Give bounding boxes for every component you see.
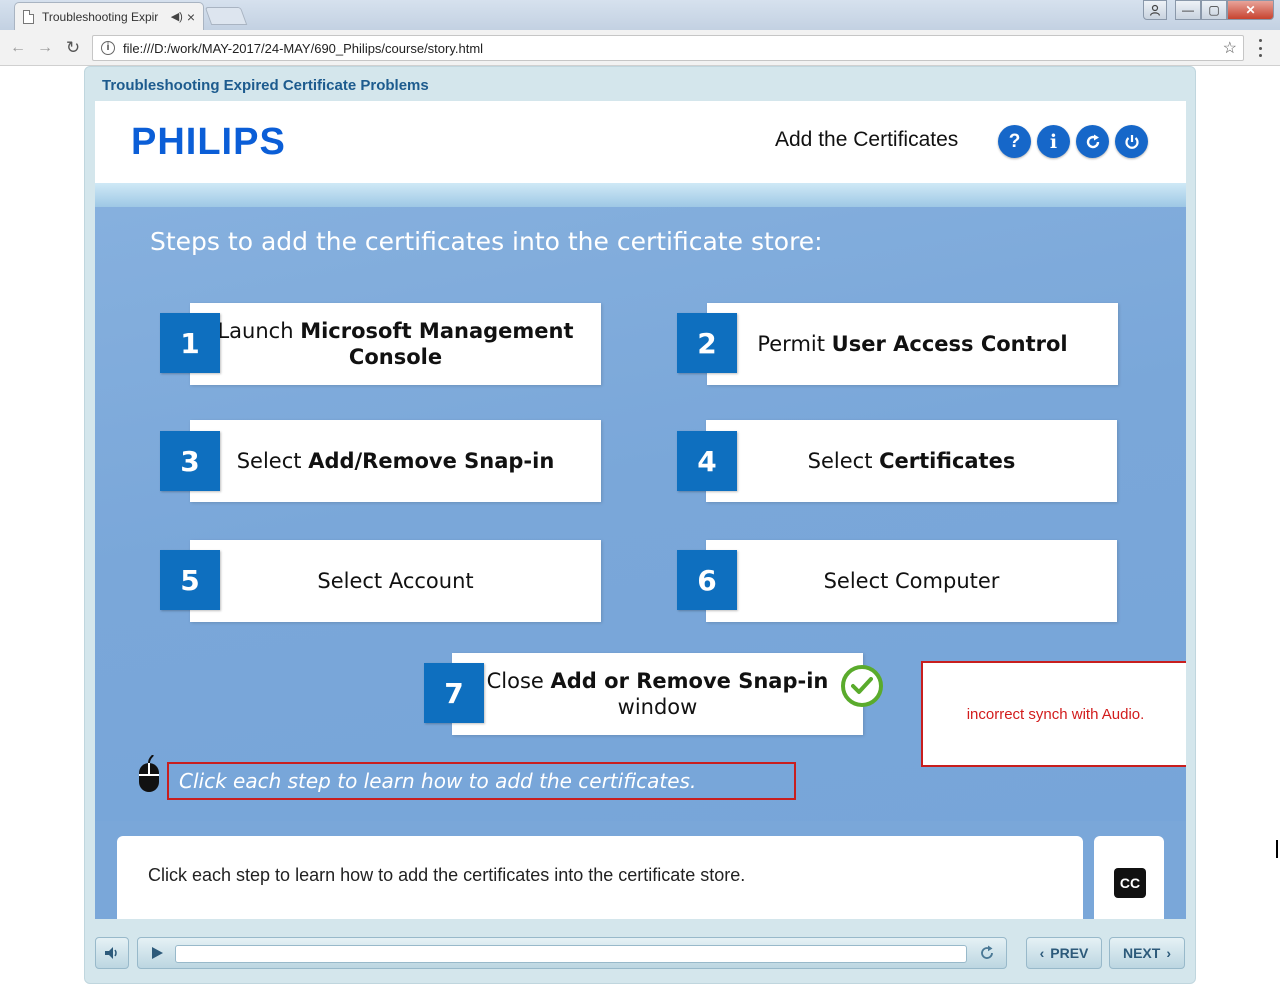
- steps-heading: Steps to add the certificates into the c…: [150, 227, 823, 256]
- chevron-right-icon: ›: [1166, 945, 1171, 961]
- forward-arrow-icon[interactable]: →: [33, 36, 57, 60]
- caption-area: Click each step to learn how to add the …: [95, 821, 1186, 919]
- instruction-text: Click each step to learn how to add the …: [167, 762, 796, 800]
- step-7-number: 7: [424, 663, 484, 723]
- course-title: Troubleshooting Expired Certificate Prob…: [102, 77, 429, 94]
- replay-slide-icon[interactable]: [978, 944, 996, 965]
- play-icon[interactable]: [150, 946, 164, 963]
- mouse-icon: [138, 754, 160, 793]
- step-5-number: 5: [160, 550, 220, 610]
- philips-logo: PHILIPS: [131, 121, 286, 163]
- step-5-label: Select Account: [190, 540, 601, 622]
- step-4-number: 4: [677, 431, 737, 491]
- closed-caption-text: Click each step to learn how to add the …: [117, 836, 1083, 919]
- text-cursor: [1276, 840, 1278, 858]
- step-2-label: Permit User Access Control: [707, 303, 1118, 385]
- address-bar[interactable]: i file:///D:/work/MAY-2017/24-MAY/690_Ph…: [92, 35, 1244, 61]
- reload-icon[interactable]: ↻: [61, 36, 85, 60]
- power-icon[interactable]: [1115, 125, 1148, 158]
- browser-tab[interactable]: Troubleshooting Expir ◀) ×: [14, 2, 204, 30]
- completed-check-icon: [841, 665, 883, 707]
- back-arrow-icon[interactable]: ←: [6, 36, 30, 60]
- step-6-label: Select Computer: [706, 540, 1117, 622]
- step-3-label: Select Add/Remove Snap-in: [190, 420, 601, 502]
- minimize-button[interactable]: —: [1175, 0, 1201, 20]
- prev-label: PREV: [1050, 945, 1089, 961]
- tab-close-icon[interactable]: ×: [187, 9, 195, 25]
- info-button[interactable]: i: [1037, 125, 1070, 158]
- cc-panel: CC: [1094, 836, 1164, 919]
- step-3-number: 3: [160, 431, 220, 491]
- url-text: file:///D:/work/MAY-2017/24-MAY/690_Phil…: [123, 40, 484, 56]
- help-button[interactable]: ?: [998, 125, 1031, 158]
- progress-bar[interactable]: [175, 945, 967, 963]
- maximize-button[interactable]: ▢: [1201, 0, 1227, 20]
- slide-body: Steps to add the certificates into the c…: [95, 207, 1186, 821]
- closed-caption-button[interactable]: CC: [1114, 868, 1146, 898]
- step-6-number: 6: [677, 550, 737, 610]
- slide-title: Add the Certificates: [775, 128, 959, 151]
- user-icon[interactable]: [1143, 0, 1167, 20]
- new-tab-button[interactable]: [204, 7, 248, 25]
- chevron-left-icon: ‹: [1039, 945, 1045, 961]
- page-icon: [23, 9, 34, 24]
- seekbar-container: [137, 937, 1007, 969]
- next-label: NEXT: [1122, 945, 1161, 961]
- replay-icon[interactable]: [1076, 125, 1109, 158]
- tab-title: Troubleshooting Expir: [42, 9, 159, 24]
- course-player: Troubleshooting Expired Certificate Prob…: [84, 66, 1196, 984]
- step-1-label: Launch Microsoft Management Console: [190, 303, 601, 385]
- browser-toolbar: ← → ↻ i file:///D:/work/MAY-2017/24-MAY/…: [0, 30, 1280, 66]
- playback-controls: ‹ PREV NEXT ›: [95, 933, 1186, 973]
- site-info-icon[interactable]: i: [101, 41, 115, 55]
- bookmark-star-icon[interactable]: ☆: [1223, 38, 1237, 58]
- step-2-number: 2: [677, 313, 737, 373]
- browser-titlebar: Troubleshooting Expir ◀) × — ▢ ✕: [0, 0, 1280, 30]
- slide-header: PHILIPS Add the Certificates ? i: [95, 101, 1186, 183]
- next-button[interactable]: NEXT ›: [1109, 937, 1185, 969]
- review-annotation: incorrect synch with Audio.: [921, 661, 1186, 767]
- decorative-banner: [95, 183, 1186, 207]
- close-window-button[interactable]: ✕: [1227, 0, 1274, 20]
- slide: PHILIPS Add the Certificates ? i Steps t…: [95, 101, 1186, 919]
- step-7-label: Close Add or Remove Snap-in window: [452, 653, 863, 735]
- audio-playing-icon: ◀): [170, 11, 183, 23]
- browser-menu-icon[interactable]: [1256, 39, 1264, 57]
- step-1-number: 1: [160, 313, 220, 373]
- prev-button[interactable]: ‹ PREV: [1026, 937, 1102, 969]
- volume-button[interactable]: [95, 937, 129, 969]
- step-4-label: Select Certificates: [706, 420, 1117, 502]
